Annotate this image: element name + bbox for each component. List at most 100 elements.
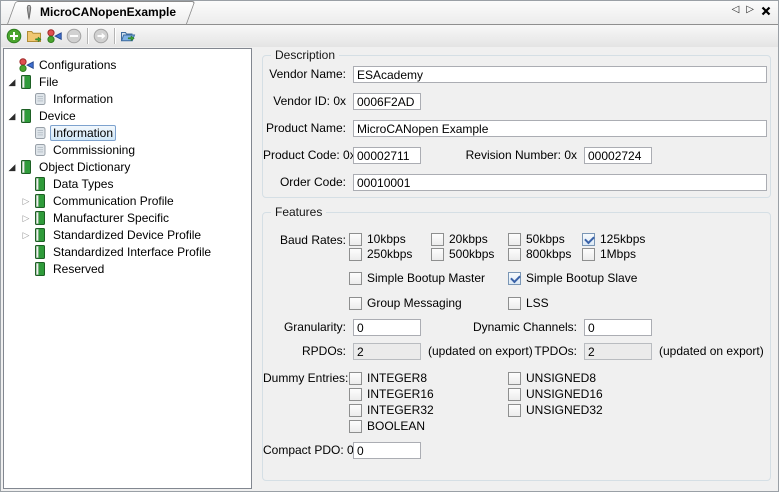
expander-expanded-icon[interactable]: ◢ [6, 77, 18, 87]
checkbox-checked-icon[interactable] [582, 233, 595, 246]
checkbox-800kbps[interactable]: 800kbps [508, 247, 571, 261]
tab-microcanopenexample[interactable]: MicroCANopenExample [7, 1, 187, 24]
document-icon [32, 142, 48, 158]
checkbox-50kbps[interactable]: 50kbps [508, 232, 565, 246]
checkbox-simple-bootup-master[interactable]: Simple Bootup Master [349, 271, 485, 285]
book-icon [18, 108, 34, 124]
export-button[interactable] [118, 26, 138, 46]
checkbox-unchecked-icon[interactable] [349, 272, 362, 285]
checkbox-unchecked-icon[interactable] [431, 233, 444, 246]
tree-item-configurations[interactable]: Configurations [4, 56, 251, 73]
revision-number-input[interactable] [584, 147, 652, 164]
close-tab-button[interactable] [761, 5, 771, 15]
checkbox-unchecked-icon[interactable] [508, 248, 521, 261]
tree-item-information[interactable]: Information [4, 90, 251, 107]
tree-item-standardized-interface-profile[interactable]: Standardized Interface Profile [4, 243, 251, 260]
checkbox-unchecked-icon[interactable] [349, 388, 362, 401]
checkbox-unchecked-icon[interactable] [349, 248, 362, 261]
tpdos-label: TPDOs: [453, 345, 577, 358]
checkbox-125kbps[interactable]: 125kbps [582, 232, 645, 246]
add-button[interactable] [4, 26, 24, 46]
checkbox-simple-bootup-slave[interactable]: Simple Bootup Slave [508, 271, 637, 285]
expander-collapsed-icon[interactable]: ▷ [20, 230, 32, 240]
order-code-input[interactable] [353, 174, 767, 191]
tree-item-file[interactable]: ◢File [4, 73, 251, 90]
book-icon [32, 244, 48, 260]
checkbox-unsigned32[interactable]: UNSIGNED32 [508, 403, 603, 417]
vendor-id-input[interactable] [353, 93, 421, 110]
book-icon [32, 210, 48, 226]
checkbox-unchecked-icon[interactable] [349, 372, 362, 385]
tree-item-label: Standardized Device Profile [50, 227, 204, 243]
expander-collapsed-icon[interactable]: ▷ [20, 213, 32, 223]
tree-item-data-types[interactable]: Data Types [4, 175, 251, 192]
checkbox-label: UNSIGNED8 [526, 372, 596, 385]
book-icon [32, 227, 48, 243]
checkbox-unchecked-icon[interactable] [508, 404, 521, 417]
checkbox-integer8[interactable]: INTEGER8 [349, 371, 427, 385]
tree-item-object-dictionary[interactable]: ◢Object Dictionary [4, 158, 251, 175]
tree-item-information[interactable]: Information [4, 124, 251, 141]
checkbox-integer16[interactable]: INTEGER16 [349, 387, 434, 401]
checkbox-unchecked-icon[interactable] [349, 297, 362, 310]
checkbox-500kbps[interactable]: 500kbps [431, 247, 494, 261]
checkbox-1mbps[interactable]: 1Mbps [582, 247, 636, 261]
checkbox-integer32[interactable]: INTEGER32 [349, 403, 434, 417]
granularity-input[interactable] [353, 319, 421, 336]
tree-item-communication-profile[interactable]: ▷Communication Profile [4, 192, 251, 209]
checkbox-label: Simple Bootup Master [367, 272, 485, 285]
expander-collapsed-icon[interactable]: ▷ [20, 196, 32, 206]
order-code-label: Order Code: [263, 176, 346, 189]
tree-item-label: Data Types [50, 176, 116, 192]
expander-expanded-icon[interactable]: ◢ [6, 162, 18, 172]
product-code-input[interactable] [353, 147, 421, 164]
checkbox-unchecked-icon[interactable] [431, 248, 444, 261]
project-tree: Configurations◢FileInformation◢DeviceInf… [3, 48, 252, 489]
checkbox-checked-icon[interactable] [508, 272, 521, 285]
tpdos-input [584, 343, 652, 360]
book-icon [32, 227, 48, 243]
vendor-id-label: Vendor ID: 0x [263, 95, 346, 108]
checkbox-20kbps[interactable]: 20kbps [431, 232, 488, 246]
scroll-tabs-left-button[interactable]: ◁ [732, 4, 740, 16]
checkbox-unchecked-icon[interactable] [349, 420, 362, 433]
checkbox-unchecked-icon[interactable] [508, 297, 521, 310]
scroll-tabs-right-button[interactable]: ▷ [746, 4, 754, 16]
tree-item-label: Information [50, 91, 116, 107]
vendor-name-input[interactable] [353, 66, 767, 83]
product-name-label: Product Name: [263, 122, 346, 135]
configurations-button[interactable] [44, 26, 64, 46]
product-code-label: Product Code: 0x [263, 149, 346, 162]
expander-expanded-icon[interactable]: ◢ [6, 111, 18, 121]
checkbox-unchecked-icon[interactable] [508, 233, 521, 246]
book-icon [18, 74, 34, 90]
revision-number-label: Revision Number: 0x [453, 149, 577, 162]
tree-item-reserved[interactable]: Reserved [4, 260, 251, 277]
checkbox-boolean[interactable]: BOOLEAN [349, 419, 425, 433]
checkbox-unchecked-icon[interactable] [508, 372, 521, 385]
checkbox-unsigned8[interactable]: UNSIGNED8 [508, 371, 596, 385]
tree-item-device[interactable]: ◢Device [4, 107, 251, 124]
tree-item-manufacturer-specific[interactable]: ▷Manufacturer Specific [4, 209, 251, 226]
open-button[interactable] [24, 26, 44, 46]
tree-item-commissioning[interactable]: Commissioning [4, 141, 251, 158]
tree-item-standardized-device-profile[interactable]: ▷ Standardized Device Profile [4, 226, 251, 243]
checkbox-10kbps[interactable]: 10kbps [349, 232, 406, 246]
checkbox-label: 125kbps [600, 233, 645, 246]
checkbox-unchecked-icon[interactable] [349, 404, 362, 417]
pen-icon [21, 4, 37, 20]
dynamic-channels-input[interactable] [584, 319, 652, 336]
checkbox-unsigned16[interactable]: UNSIGNED16 [508, 387, 603, 401]
checkbox-label: INTEGER32 [367, 404, 434, 417]
checkbox-group-messaging[interactable]: Group Messaging [349, 296, 462, 310]
checkbox-unchecked-icon[interactable] [508, 388, 521, 401]
product-name-input[interactable] [353, 120, 767, 137]
tree-item-label: Configurations [36, 57, 119, 73]
compact-pdo-input[interactable] [353, 442, 421, 459]
checkbox-label: LSS [526, 297, 549, 310]
checkbox-unchecked-icon[interactable] [349, 233, 362, 246]
checkbox-unchecked-icon[interactable] [582, 248, 595, 261]
checkbox-lss[interactable]: LSS [508, 296, 549, 310]
checkbox-label: UNSIGNED32 [526, 404, 603, 417]
checkbox-250kbps[interactable]: 250kbps [349, 247, 412, 261]
